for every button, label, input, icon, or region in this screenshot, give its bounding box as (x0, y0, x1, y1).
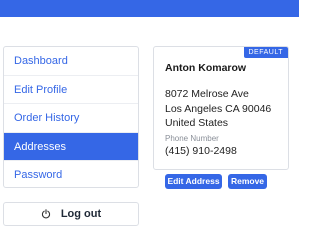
address-lines: 8072 Melrose Ave Los Angeles CA 90046 Un… (165, 87, 271, 131)
logout-label: Log out (60, 208, 102, 220)
sidebar-item-edit-profile[interactable]: Edit Profile (4, 76, 138, 104)
power-icon (41, 209, 51, 219)
address-card: DEFAULT Anton Komarow 8072 Melrose Ave L… (153, 46, 289, 170)
address-city-line: Los Angeles CA 90046 (165, 102, 272, 115)
phone-label: Phone Number (165, 134, 219, 143)
sidebar-item-password[interactable]: Password (4, 161, 138, 190)
logout-button[interactable]: Log out (3, 202, 139, 226)
account-sidebar-nav: Dashboard Edit Profile Order History Add… (3, 46, 139, 188)
address-name: Anton Komarow (165, 62, 247, 74)
edit-address-button[interactable]: Edit Address (165, 174, 222, 189)
default-badge: DEFAULT (243, 47, 288, 58)
sidebar-item-dashboard[interactable]: Dashboard (4, 47, 138, 76)
address-street: 8072 Melrose Ave (165, 88, 249, 100)
address-country: United States (165, 117, 229, 129)
sidebar-item-addresses[interactable]: Addresses (4, 132, 138, 161)
sidebar-item-order-history[interactable]: Order History (4, 104, 138, 133)
remove-address-button[interactable]: Remove (228, 174, 267, 189)
phone-value: (415) 910-2498 (165, 145, 237, 157)
top-header-bar (0, 0, 299, 17)
